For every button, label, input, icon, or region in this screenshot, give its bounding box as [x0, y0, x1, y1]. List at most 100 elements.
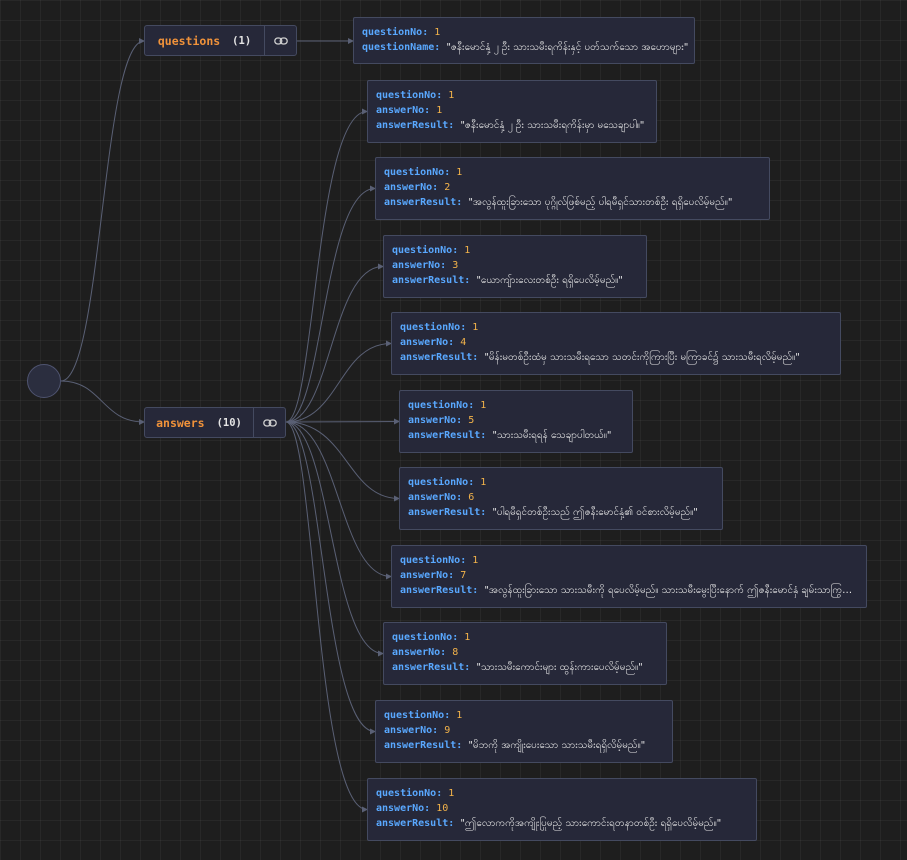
answer-field-row: questionNo: 1: [392, 630, 658, 645]
answer-field-row: answerNo: 8: [392, 645, 658, 660]
link-icon[interactable]: [264, 26, 296, 55]
answer-field-row: answerResult: "ယောကျ်ားလေးတစ်ဦး ရရှိပေလိ…: [392, 273, 638, 288]
key-label: questionNo:: [392, 245, 459, 256]
answer-no-value: 9: [444, 725, 451, 736]
edge-answers-item: [285, 108, 368, 423]
answer-field-row: answerNo: 9: [384, 723, 664, 738]
key-label: questionNo:: [384, 167, 451, 178]
answer-field-row: answerResult: "အလွန်ထူးခြားသော ပုဂ္ဂိုလ်…: [384, 195, 761, 210]
question-no-value: 1: [434, 27, 441, 38]
answers-group-count: (10): [216, 416, 242, 429]
question-no-value: 1: [464, 245, 471, 256]
questions-group-node[interactable]: questions (1): [144, 25, 297, 56]
answer-field-row: answerResult: "မိန်းမတစ်ဦးထံမှ သားသမီးရသ…: [400, 350, 832, 365]
question-no-value: 1: [472, 322, 479, 333]
edge-answers-item: [285, 421, 400, 502]
question-no-value: 1: [472, 555, 479, 566]
edge-root-answers: [60, 380, 145, 425]
answer-node[interactable]: questionNo: 1 answerNo: 2 answerResult: "အ…: [375, 157, 770, 220]
question-no-value: 1: [456, 167, 463, 178]
question-node[interactable]: questionNo: 1 questionName: "ဇနီးမောင်နှ…: [353, 17, 695, 64]
answer-result-value: "ပါရမီရှင်တစ်ဦးသည် ဤဇနီးမောင်နှံ့၏ ဝင်စာ…: [492, 507, 698, 518]
edge-answers-item: [285, 421, 368, 813]
key-label: questionNo:: [408, 400, 475, 411]
answer-field-row: answerNo: 6: [408, 490, 714, 505]
questions-group-label: questions: [157, 33, 221, 48]
answer-no-value: 10: [436, 803, 449, 814]
answer-result-value: "အလွန်ထူးခြားသော ပုဂ္ဂိုလ်ဖြစ်မည့် ပါရမီ…: [468, 197, 733, 208]
answer-result-value: "အလွန်ထူးခြားသော သားသမီးကို ရပေလိမ့်မည်။…: [484, 585, 862, 596]
key-label: answerNo:: [400, 570, 455, 581]
answer-result-value: "မိဘကို အကျိုးပေးသော သားသမီးရရှိလိမ့်မည်…: [468, 740, 646, 751]
answer-result-value: "မိန်းမတစ်ဦးထံမှ သားသမီးရသော သတင်းကိုကြာ…: [484, 352, 800, 363]
answers-group-label: answers: [156, 415, 205, 430]
key-label: answerNo:: [400, 337, 455, 348]
answer-result-value: "သားသမီးရရန် သေချာပါတယ်။": [492, 430, 612, 441]
question-name-value: "ဇနီးမောင်နှံ့ ၂ ဦး သားသမီးရကိန်းနှင့် ပ…: [446, 42, 689, 53]
answer-field-row: answerNo: 7: [400, 568, 858, 583]
key-label: answerNo:: [392, 260, 447, 271]
question-no-value: 1: [456, 710, 463, 721]
question-no-value: 1: [448, 788, 455, 799]
edge-root-questions: [60, 38, 145, 382]
answer-field-row: questionNo: 1: [392, 243, 638, 258]
key-label: answerNo:: [376, 105, 431, 116]
key-label: answerResult:: [392, 275, 471, 286]
answer-node[interactable]: questionNo: 1 answerNo: 9 answerResult: "မ…: [375, 700, 673, 763]
edge-answers-item: [285, 421, 376, 735]
answer-field-row: questionNo: 1: [384, 165, 761, 180]
answer-result-value: "သားသမီးကောင်းများ ထွန်းကားပေလိမ့်မည်။": [476, 662, 643, 673]
answer-node[interactable]: questionNo: 1 answerNo: 7 answerResult: "အ…: [391, 545, 867, 608]
edge-answers-item: [285, 263, 384, 423]
key-label: answerResult:: [376, 120, 455, 131]
answer-field-row: questionNo: 1: [384, 708, 664, 723]
edge-answers-item: [285, 421, 384, 657]
key-label: questionNo:: [400, 555, 467, 566]
answer-field-row: answerResult: "ဤလောကကိုအကျိုးပြုမည့် သား…: [376, 816, 748, 831]
answer-result-value: "ဤလောကကိုအကျိုးပြုမည့် သားကောင်းရတနာတစ်ဦ…: [460, 818, 722, 829]
key-label: answerResult:: [392, 662, 471, 673]
key-label: answerResult:: [400, 352, 479, 363]
answer-node[interactable]: questionNo: 1 answerNo: 8 answerResult: "သ…: [383, 622, 667, 685]
answer-field-row: answerResult: "ဇနီးမောင်နှံ့ ၂ ဦး သားသမီ…: [376, 118, 648, 133]
root-node[interactable]: [27, 364, 61, 398]
link-icon[interactable]: [253, 408, 285, 437]
answer-field-row: questionNo: 1: [376, 786, 748, 801]
answer-node[interactable]: questionNo: 1 answerNo: 10 answerResult: "…: [367, 778, 757, 841]
answer-field-row: answerResult: "အလွန်ထူးခြားသော သားသမီးကိ…: [400, 583, 862, 598]
question-no-value: 1: [448, 90, 455, 101]
answer-no-value: 3: [452, 260, 459, 271]
key-label: questionNo:: [400, 322, 467, 333]
answer-node[interactable]: questionNo: 1 answerNo: 5 answerResult: "သ…: [399, 390, 633, 453]
answer-field-row: answerNo: 10: [376, 801, 748, 816]
answer-node[interactable]: questionNo: 1 answerNo: 6 answerResult: "ပ…: [399, 467, 723, 530]
questions-group-count: (1): [232, 34, 252, 47]
key-label: answerResult:: [384, 740, 463, 751]
answer-field-row: questionNo: 1: [400, 320, 832, 335]
answer-no-value: 4: [460, 337, 467, 348]
answer-no-value: 8: [452, 647, 459, 658]
answer-field-row: answerResult: "မိဘကို အကျိုးပေးသော သားသမ…: [384, 738, 664, 753]
answer-field-row: answerResult: "သားသမီးရရန် သေချာပါတယ်။": [408, 428, 624, 443]
answers-group-node[interactable]: answers (10): [144, 407, 286, 438]
answer-field-row: questionNo: 1: [376, 88, 648, 103]
key-label: questionNo:: [384, 710, 451, 721]
key-label: answerNo:: [408, 415, 463, 426]
key-label: answerResult:: [376, 818, 455, 829]
answer-node[interactable]: questionNo: 1 answerNo: 4 answerResult: "မ…: [391, 312, 841, 375]
answer-field-row: answerResult: "ပါရမီရှင်တစ်ဦးသည် ဤဇနီးမေ…: [408, 505, 714, 520]
answer-field-row: answerResult: "သားသမီးကောင်းများ ထွန်းကာ…: [392, 660, 658, 675]
answer-node[interactable]: questionNo: 1 answerNo: 1 answerResult: "ဇ…: [367, 80, 657, 143]
key-label: answerNo:: [392, 647, 447, 658]
answer-field-row: questionNo: 1: [400, 553, 858, 568]
answer-node[interactable]: questionNo: 1 answerNo: 3 answerResult: "ယ…: [383, 235, 647, 298]
question-no-value: 1: [480, 477, 487, 488]
answer-field-row: answerNo: 3: [392, 258, 638, 273]
question-no-value: 1: [480, 400, 487, 411]
key-label: answerResult:: [400, 585, 479, 596]
answer-no-value: 2: [444, 182, 451, 193]
key-label: questionNo:: [392, 632, 459, 643]
answer-field-row: questionNo: 1: [408, 475, 714, 490]
answer-result-value: "ယောကျ်ားလေးတစ်ဦး ရရှိပေလိမ့်မည်။": [476, 275, 623, 286]
answer-field-row: answerNo: 5: [408, 413, 624, 428]
